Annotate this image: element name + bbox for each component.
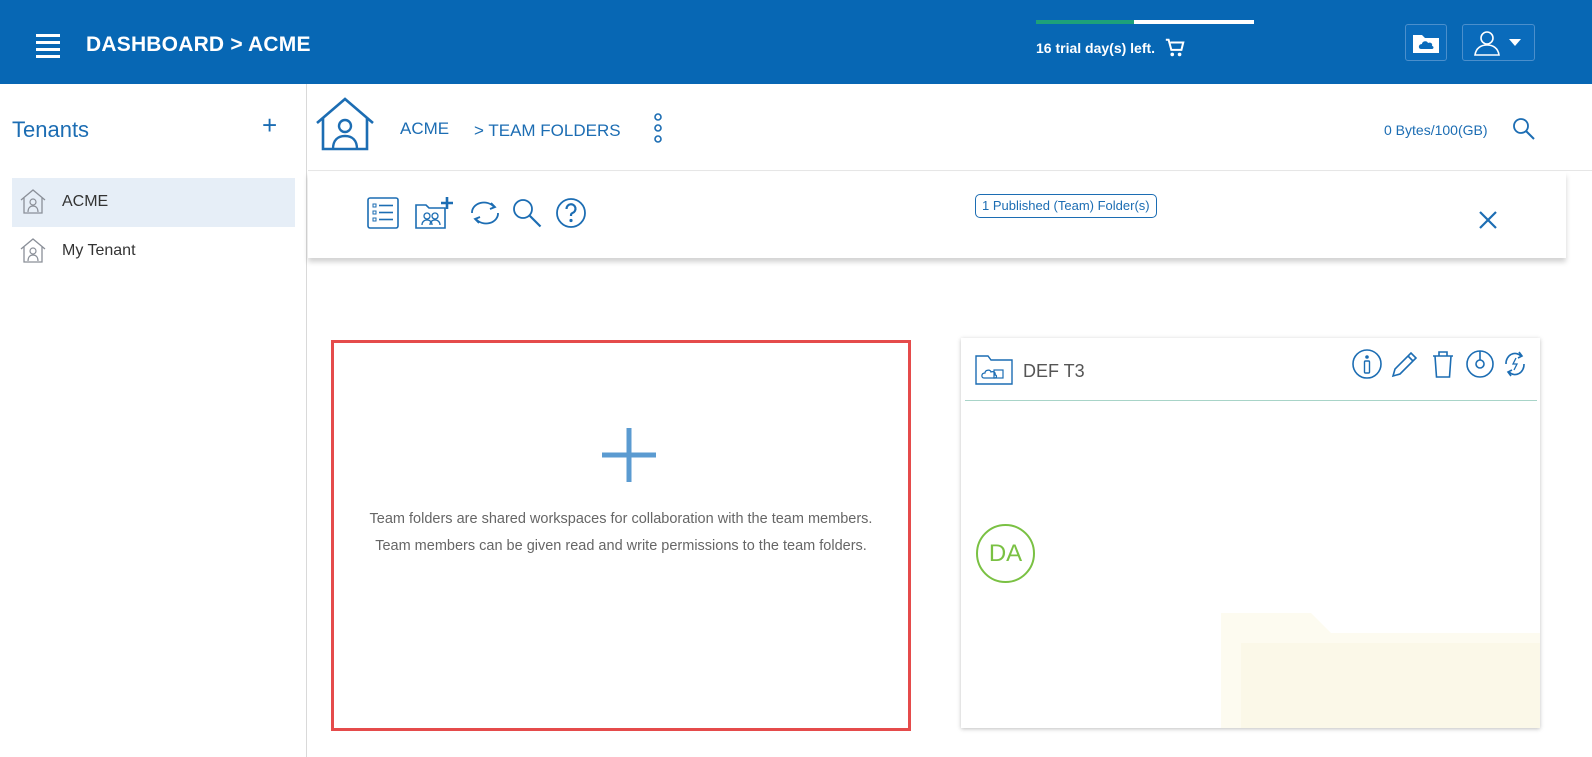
storage-disk-icon[interactable] xyxy=(1464,348,1496,380)
folder-watermark-icon xyxy=(1221,613,1540,728)
sync-icon[interactable] xyxy=(466,196,504,230)
sidebar-item-label: ACME xyxy=(62,193,109,210)
trial-progress-bar xyxy=(1036,20,1254,24)
trial-text: 16 trial day(s) left. xyxy=(1036,40,1156,56)
trash-icon[interactable] xyxy=(1427,348,1459,380)
sidebar-item-my-tenant[interactable]: My Tenant xyxy=(12,227,295,276)
sidebar-title: Tenants xyxy=(12,117,90,142)
cloud-folder-icon xyxy=(1413,35,1439,53)
sidebar: Tenants + ACME My Tenant xyxy=(0,84,307,757)
info-icon[interactable] xyxy=(1351,348,1383,380)
cart-icon[interactable] xyxy=(1164,37,1186,59)
team-folder-description: Team folders are shared workspaces for c… xyxy=(334,506,908,560)
card-divider xyxy=(965,400,1537,401)
add-team-folder-icon[interactable] xyxy=(414,196,454,230)
sidebar-item-label: My Tenant xyxy=(62,242,136,259)
storage-quota: 0 Bytes/100(GB) xyxy=(1384,122,1488,138)
close-icon[interactable] xyxy=(1476,208,1500,232)
toolbar: 1 Published (Team) Folder(s) xyxy=(308,172,1566,258)
top-bar: DASHBOARD > ACME 16 trial day(s) left. xyxy=(0,0,1592,84)
folder-name: DEF T3 xyxy=(1023,361,1085,381)
user-icon xyxy=(1474,31,1521,56)
sidebar-item-acme[interactable]: ACME xyxy=(12,178,295,227)
search-folders-icon[interactable] xyxy=(510,196,544,230)
breadcrumb-acme[interactable]: ACME xyxy=(400,119,449,139)
list-view-icon[interactable] xyxy=(366,196,400,230)
tenant-house-icon xyxy=(20,238,46,263)
description-line-1: Team folders are shared workspaces for c… xyxy=(369,511,873,527)
page-title: DASHBOARD > ACME xyxy=(86,33,311,56)
description-line-2: Team members can be given read and write… xyxy=(375,538,867,554)
cloud-folder-icon xyxy=(975,355,1013,385)
sync-folder-icon[interactable] xyxy=(1501,348,1529,380)
add-tenant-button[interactable]: + xyxy=(262,112,277,138)
owner-avatar: DA xyxy=(976,524,1035,583)
hamburger-menu-icon[interactable] xyxy=(36,34,60,58)
edit-pencil-icon[interactable] xyxy=(1389,348,1421,380)
team-folder-card[interactable]: DEF T3 DA xyxy=(961,338,1540,728)
user-menu-button[interactable] xyxy=(1462,24,1535,61)
trial-progress-fill xyxy=(1036,20,1135,24)
tenant-house-icon xyxy=(20,189,46,214)
more-options-icon[interactable] xyxy=(652,112,664,144)
main-header: ACME > TEAM FOLDERS 0 Bytes/100(GB) xyxy=(308,84,1592,171)
cloud-folder-button[interactable] xyxy=(1405,24,1447,61)
published-folders-badge: 1 Published (Team) Folder(s) xyxy=(975,194,1157,218)
home-icon[interactable] xyxy=(314,96,376,152)
search-icon[interactable] xyxy=(1511,116,1537,142)
plus-icon xyxy=(602,428,656,482)
help-icon[interactable] xyxy=(554,196,588,230)
breadcrumb-team-folders[interactable]: > TEAM FOLDERS xyxy=(474,121,621,141)
add-team-folder-card[interactable]: Team folders are shared workspaces for c… xyxy=(331,340,911,731)
